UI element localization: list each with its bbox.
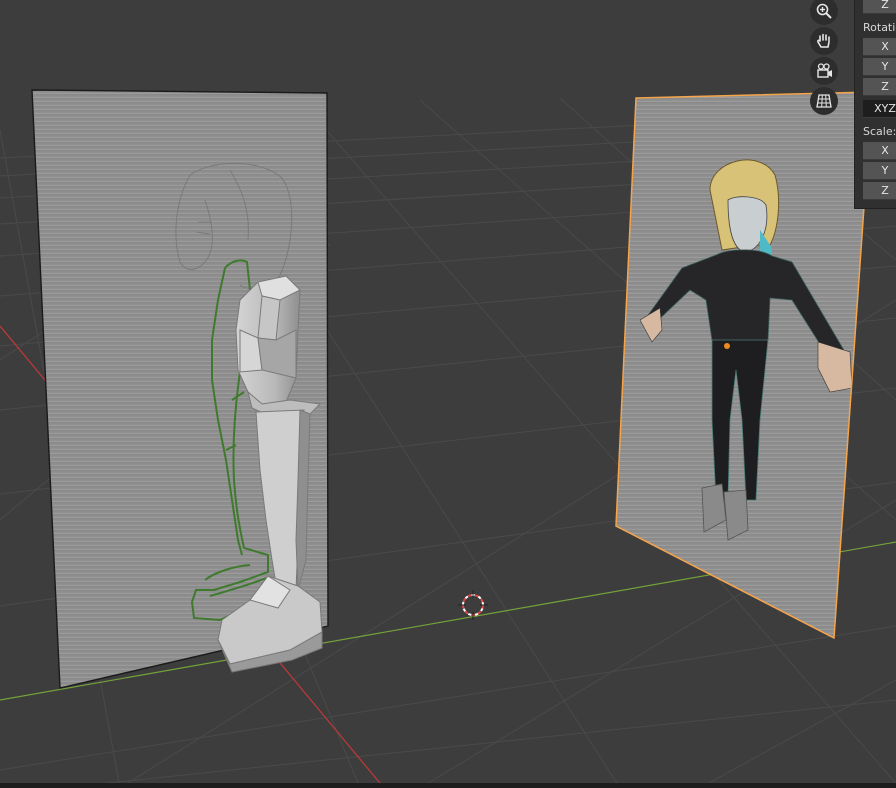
3d-viewport[interactable]: Z Rotatio X Y Z XYZ Scale: X Y Z bbox=[0, 0, 896, 788]
rotation-mode-dropdown[interactable]: XYZ bbox=[863, 100, 896, 118]
scale-label: Scale: bbox=[863, 125, 896, 138]
rotation-label: Rotatio bbox=[863, 21, 896, 34]
scale-y-field[interactable]: Y bbox=[863, 162, 896, 180]
transform-sidebar: Z Rotatio X Y Z XYZ Scale: X Y Z bbox=[854, 0, 896, 209]
camera-view-button[interactable] bbox=[810, 57, 838, 85]
rotation-x-field[interactable]: X bbox=[863, 38, 896, 56]
rotation-y-field[interactable]: Y bbox=[863, 58, 896, 76]
camera-view-icon bbox=[817, 63, 832, 78]
scale-z-field[interactable]: Z bbox=[863, 182, 896, 200]
location-z-field[interactable]: Z bbox=[863, 0, 896, 14]
rotation-z-field[interactable]: Z bbox=[863, 78, 896, 96]
zoom-icon bbox=[816, 3, 832, 19]
scene-canvas[interactable] bbox=[0, 0, 896, 788]
pan-button[interactable] bbox=[810, 27, 838, 55]
status-bar bbox=[0, 783, 896, 788]
orthographic-toggle-button[interactable] bbox=[810, 87, 838, 115]
3d-cursor[interactable] bbox=[458, 590, 488, 620]
orthographic-grid-icon bbox=[816, 94, 832, 108]
scale-x-field[interactable]: X bbox=[863, 142, 896, 160]
pan-hand-icon bbox=[817, 33, 830, 48]
front-reference-image[interactable] bbox=[615, 91, 873, 640]
